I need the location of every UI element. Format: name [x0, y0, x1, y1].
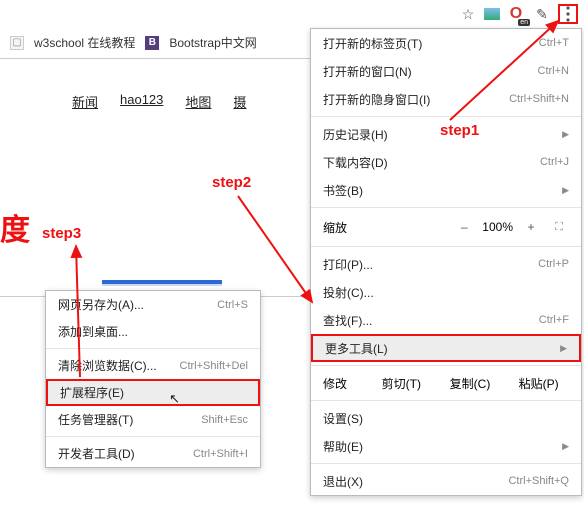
menu-label: 查找(F)... — [323, 312, 372, 329]
menu-new-window[interactable]: 打开新的窗口(N) Ctrl+N — [311, 57, 581, 85]
menu-shortcut: Ctrl+Shift+Del — [180, 360, 248, 372]
fullscreen-icon[interactable]: ⛶ — [549, 221, 569, 234]
menu-label: 下载内容(D) — [323, 154, 388, 171]
page-nav-links: 新闻 hao123 地图 摄 — [72, 92, 246, 111]
menu-print[interactable]: 打印(P)... Ctrl+P — [311, 250, 581, 278]
cursor-icon: ↖ — [169, 391, 180, 407]
menu-label: 更多工具(L) — [325, 340, 388, 357]
menu-shortcut: Ctrl+T — [539, 37, 569, 49]
browser-toolbar: ☆ O en ✎ — [452, 0, 584, 28]
chevron-right-icon: ▶ — [562, 441, 569, 452]
menu-find[interactable]: 查找(F)... Ctrl+F — [311, 306, 581, 334]
submenu-save-as[interactable]: 网页另存为(A)... Ctrl+S — [46, 291, 260, 318]
zoom-label: 缩放 — [323, 219, 446, 236]
menu-label: 书签(B) — [323, 182, 363, 199]
zoom-in-button[interactable]: + — [521, 220, 541, 234]
nav-news[interactable]: 新闻 — [72, 92, 98, 111]
zoom-value: 100% — [482, 220, 513, 234]
zoom-out-button[interactable]: – — [454, 220, 474, 234]
menu-shortcut: Ctrl+Shift+N — [509, 93, 569, 105]
edit-icon[interactable]: ✎ — [532, 4, 552, 24]
opera-icon[interactable]: O en — [506, 4, 526, 24]
w3school-favicon: ▢ — [10, 36, 24, 50]
menu-zoom: 缩放 – 100% + ⛶ — [311, 211, 581, 243]
menu-exit[interactable]: 退出(X) Ctrl+Shift+Q — [311, 467, 581, 495]
menu-shortcut: Ctrl+Shift+I — [193, 448, 248, 460]
menu-label: 扩展程序(E) — [60, 384, 124, 401]
menu-shortcut: Shift+Esc — [201, 414, 248, 426]
chevron-right-icon: ▶ — [560, 343, 567, 354]
page-content-char: 度 — [0, 205, 30, 249]
nav-map[interactable]: 地图 — [185, 92, 211, 111]
edit-cut[interactable]: 剪切(T) — [371, 375, 432, 392]
picture-icon[interactable] — [484, 8, 500, 20]
menu-settings[interactable]: 设置(S) — [311, 404, 581, 432]
menu-bookmarks[interactable]: 书签(B) ▶ — [311, 176, 581, 204]
bookmark-bootstrap[interactable]: Bootstrap中文网 — [169, 34, 256, 51]
chevron-right-icon: ▶ — [562, 185, 569, 196]
star-icon[interactable]: ☆ — [458, 4, 478, 24]
menu-label: 打开新的窗口(N) — [323, 63, 412, 80]
menu-label: 打开新的标签页(T) — [323, 35, 422, 52]
menu-shortcut: Ctrl+N — [538, 65, 569, 77]
menu-shortcut: Ctrl+P — [538, 258, 569, 270]
menu-shortcut: Ctrl+S — [217, 299, 248, 311]
menu-label: 开发者工具(D) — [58, 445, 135, 462]
menu-incognito[interactable]: 打开新的隐身窗口(I) Ctrl+Shift+N — [311, 85, 581, 113]
progress-bar — [102, 280, 222, 286]
submenu-extensions[interactable]: 扩展程序(E) ↖ — [46, 379, 260, 406]
annotation-step2: step2 — [212, 174, 251, 191]
annotation-step1: step1 — [440, 122, 479, 139]
menu-label: 打印(P)... — [323, 256, 373, 273]
edit-paste[interactable]: 粘贴(P) — [508, 375, 569, 392]
menu-edit-row: 修改 剪切(T) 复制(C) 粘贴(P) — [311, 369, 581, 397]
submenu-devtools[interactable]: 开发者工具(D) Ctrl+Shift+I — [46, 440, 260, 467]
menu-label: 任务管理器(T) — [58, 411, 133, 428]
menu-label: 帮助(E) — [323, 438, 363, 455]
menu-label: 设置(S) — [323, 410, 363, 427]
more-tools-submenu: 网页另存为(A)... Ctrl+S 添加到桌面... 清除浏览数据(C)...… — [45, 290, 261, 468]
bootstrap-favicon: B — [145, 36, 159, 50]
menu-label: 历史记录(H) — [323, 126, 388, 143]
menu-shortcut: Ctrl+F — [539, 314, 569, 326]
submenu-clear-data[interactable]: 清除浏览数据(C)... Ctrl+Shift+Del — [46, 352, 260, 379]
menu-downloads[interactable]: 下载内容(D) Ctrl+J — [311, 148, 581, 176]
chevron-right-icon: ▶ — [562, 129, 569, 140]
menu-label: 添加到桌面... — [58, 323, 128, 340]
menu-label: 退出(X) — [323, 473, 363, 490]
nav-more[interactable]: 摄 — [233, 92, 246, 111]
menu-label: 打开新的隐身窗口(I) — [323, 91, 430, 108]
menu-new-tab[interactable]: 打开新的标签页(T) Ctrl+T — [311, 29, 581, 57]
edit-copy[interactable]: 复制(C) — [440, 375, 501, 392]
submenu-taskmgr[interactable]: 任务管理器(T) Shift+Esc — [46, 406, 260, 433]
main-menu: 打开新的标签页(T) Ctrl+T 打开新的窗口(N) Ctrl+N 打开新的隐… — [310, 28, 582, 496]
menu-cast[interactable]: 投射(C)... — [311, 278, 581, 306]
edit-label: 修改 — [323, 375, 363, 392]
nav-hao123[interactable]: hao123 — [120, 92, 163, 111]
menu-more-tools[interactable]: 更多工具(L) ▶ — [311, 334, 581, 362]
menu-label: 网页另存为(A)... — [58, 296, 144, 313]
menu-help[interactable]: 帮助(E) ▶ — [311, 432, 581, 460]
annotation-step3: step3 — [42, 225, 81, 242]
kebab-menu-icon[interactable] — [558, 4, 578, 24]
menu-shortcut: Ctrl+Shift+Q — [508, 475, 569, 487]
bookmarks-bar: ▢ w3school 在线教程 B Bootstrap中文网 — [10, 34, 257, 51]
bookmark-w3school[interactable]: w3school 在线教程 — [34, 34, 135, 51]
submenu-add-desktop[interactable]: 添加到桌面... — [46, 318, 260, 345]
menu-label: 投射(C)... — [323, 284, 374, 301]
menu-label: 清除浏览数据(C)... — [58, 357, 157, 374]
menu-shortcut: Ctrl+J — [540, 156, 569, 168]
